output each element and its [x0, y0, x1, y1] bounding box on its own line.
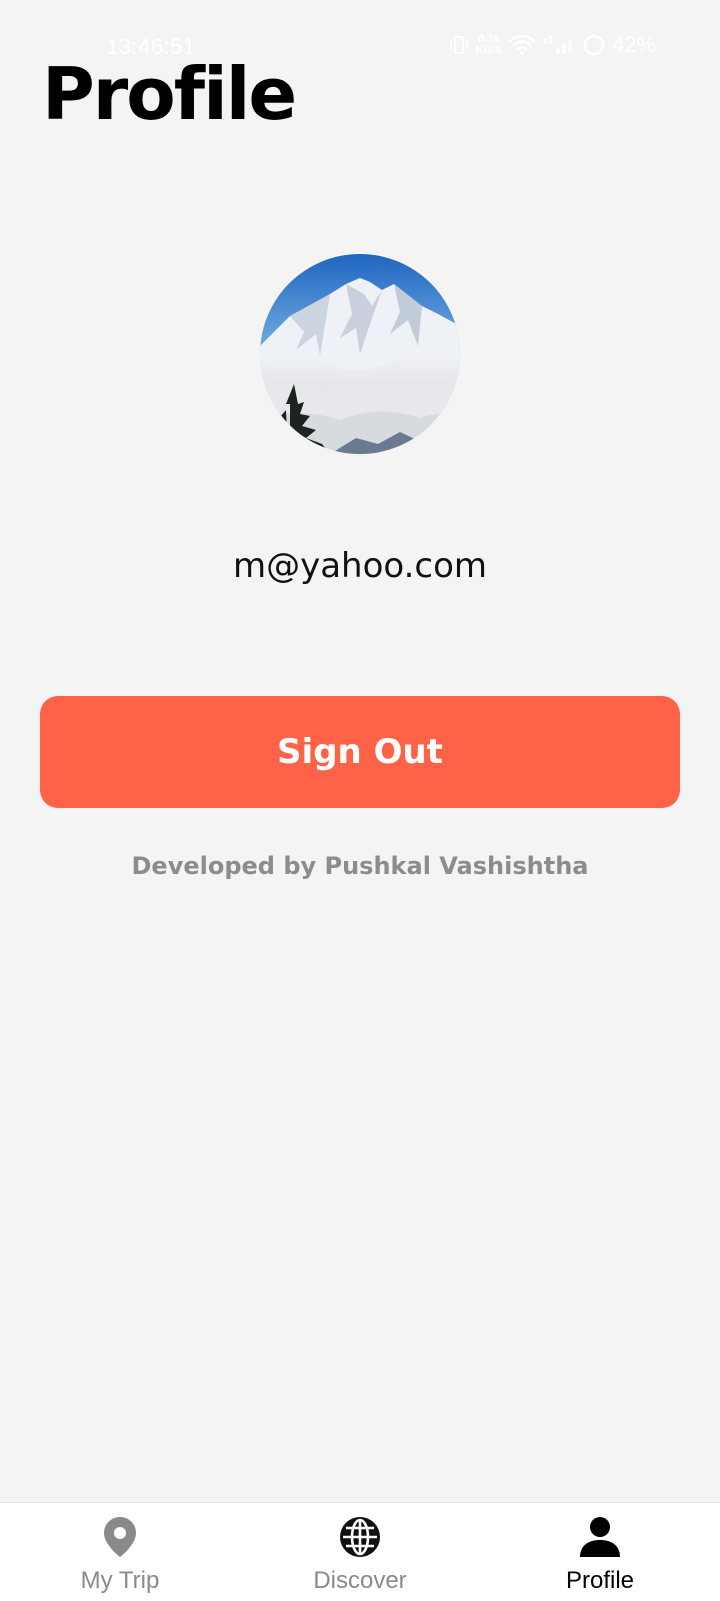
nav-item-my-trip[interactable]: My Trip — [0, 1503, 240, 1601]
nav-label-profile: Profile — [565, 1567, 635, 1594]
page-title: Profile — [42, 52, 297, 136]
mountain-avatar-image — [260, 254, 460, 454]
vibrate-icon — [448, 34, 470, 56]
nav-item-profile[interactable]: Profile — [480, 1503, 720, 1601]
sign-out-button[interactable]: Sign Out — [40, 696, 680, 808]
bottom-nav: My Trip Discover Profile — [0, 1502, 720, 1601]
battery-icon — [582, 33, 606, 57]
net-speed-indicator: 0.38 KB/S — [476, 34, 502, 56]
globe-icon — [338, 1513, 382, 1561]
net-speed-unit: KB/S — [475, 44, 502, 56]
developer-credit: Developed by Pushkal Vashishtha — [131, 852, 589, 880]
status-icons: 0.38 KB/S 42% — [448, 32, 656, 58]
avatar[interactable] — [260, 254, 460, 454]
nav-label-my-trip: My Trip — [80, 1567, 160, 1594]
wifi-icon — [508, 34, 536, 56]
user-email: m@yahoo.com — [232, 546, 488, 586]
nav-label-discover: Discover — [313, 1567, 407, 1594]
person-icon — [579, 1513, 621, 1561]
battery-percent: 42% — [611, 32, 656, 57]
nav-item-discover[interactable]: Discover — [240, 1503, 480, 1601]
signal-icon — [542, 34, 576, 56]
location-pin-icon — [102, 1513, 138, 1561]
